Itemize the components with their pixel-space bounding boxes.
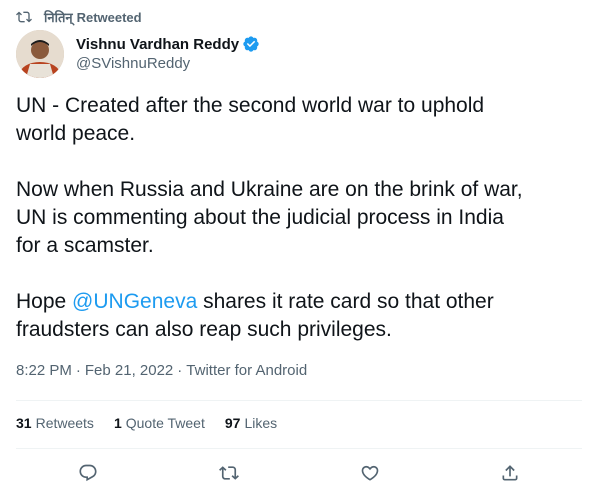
tweet-line: Now when Russia and Ukraine are on the b… [16, 178, 523, 201]
reply-button[interactable] [77, 462, 99, 484]
retweet-button[interactable] [218, 462, 240, 484]
likes-stat[interactable]: 97 Likes [225, 412, 277, 434]
reply-icon [79, 464, 97, 482]
tweet-text-fragment: Hope [16, 290, 73, 313]
likes-label: Likes [244, 415, 278, 431]
like-button[interactable] [359, 462, 381, 484]
retweet-context: नितिन् Retweeted [16, 7, 142, 27]
tweet-meta: 8:22 PM · Feb 21, 2022 · Twitter for Android [16, 360, 307, 382]
tweet-stats: 31 Retweets 1 Quote Tweet 97 Likes [16, 412, 297, 434]
quote-tweets-label: Quote Tweet [125, 415, 205, 431]
tweet-source[interactable]: Twitter for Android [186, 362, 307, 379]
divider [16, 400, 582, 401]
quote-tweets-stat[interactable]: 1 Quote Tweet [114, 412, 205, 434]
retweeted-label: Retweeted [76, 9, 142, 25]
verified-icon [243, 36, 259, 52]
tweet-author: Vishnu Vardhan Reddy @SVishnuReddy [16, 30, 260, 78]
share-button[interactable] [499, 462, 521, 484]
retweet-icon [16, 11, 32, 23]
tweet-time[interactable]: 8:22 PM [16, 362, 72, 379]
author-display-name[interactable]: Vishnu Vardhan Reddy [76, 36, 239, 53]
like-icon [361, 465, 379, 481]
separator: · [75, 362, 81, 379]
retweets-count: 31 [16, 415, 32, 431]
share-icon [502, 465, 518, 481]
separator: · [177, 362, 183, 379]
avatar[interactable] [16, 30, 64, 78]
retweets-label: Retweets [35, 415, 94, 431]
tweet-actions [0, 458, 598, 490]
likes-count: 97 [224, 415, 241, 431]
tweet-line: for a scamster. [16, 234, 154, 257]
retweet-icon [219, 466, 239, 480]
retweets-stat[interactable]: 31 Retweets [16, 412, 94, 434]
mention-link[interactable]: @UNGeneva [72, 290, 197, 313]
tweet-body: UN - Created after the second world war … [16, 92, 582, 344]
quote-tweets-count: 1 [113, 415, 122, 431]
tweet-date[interactable]: Feb 21, 2022 [85, 362, 173, 379]
tweet-text-fragment: shares it rate card so that other [197, 290, 494, 313]
tweet-line: UN is commenting about the judicial proc… [16, 206, 504, 229]
tweet-line: world peace. [16, 122, 136, 145]
tweet-line: Hope @UNGeneva shares it rate card so th… [16, 288, 582, 316]
tweet-line: UN - Created after the second world war … [16, 94, 485, 117]
tweet-line: fraudsters can also reap such privileges… [16, 318, 392, 341]
divider [16, 448, 582, 449]
retweeter-name[interactable]: नितिन् [44, 8, 73, 26]
author-handle[interactable]: @SVishnuReddy [76, 54, 260, 74]
